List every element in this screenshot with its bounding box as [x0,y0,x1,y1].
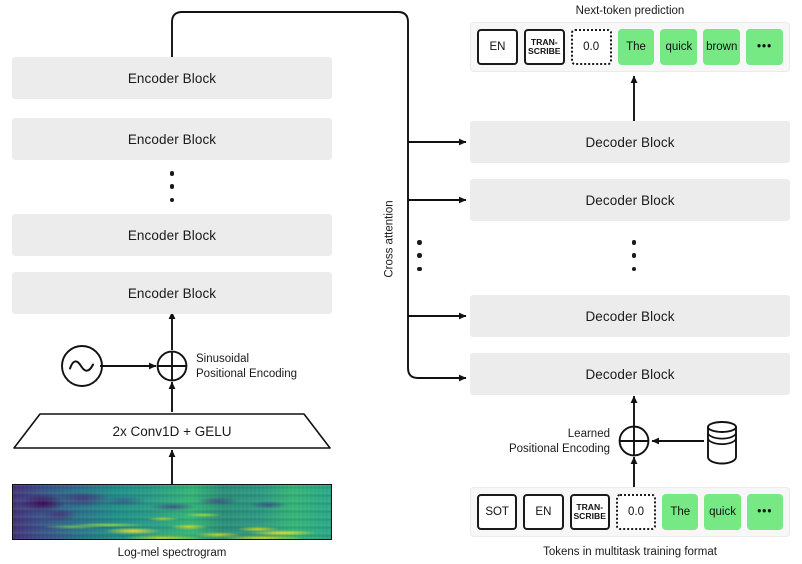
encoder-block-3[interactable]: Encoder Block [12,214,332,256]
decoder-block-label: Decoder Block [585,192,675,208]
output-token[interactable]: quick [660,29,698,65]
output-token[interactable]: TRAN- SCRIBE [523,29,565,65]
database-cylinder-icon [707,421,737,465]
cross-attention-ellipsis-icon [417,240,422,271]
input-token[interactable]: 0.0 [615,494,657,530]
encoder-stack-ellipsis-icon [169,171,175,202]
encoder-block-label: Encoder Block [127,70,217,86]
spectrogram-image [12,484,332,540]
encoder-block-2[interactable]: Encoder Block [12,118,332,160]
output-token[interactable]: EN [477,29,518,65]
input-token[interactable]: SOT [477,494,518,530]
next-token-prediction-caption: Next-token prediction [575,5,685,17]
decoder-block-label: Decoder Block [585,366,675,382]
input-tokens-caption: Tokens in multitask training format [543,546,717,558]
output-token[interactable]: brown [703,29,741,65]
input-token[interactable]: quick [704,494,741,530]
learned-positional-encoding-label: Learned Positional Encoding [508,428,610,455]
output-token-ellipsis[interactable]: ••• [746,29,784,65]
decoder-block-3[interactable]: Decoder Block [470,295,790,337]
input-token[interactable]: The [662,494,699,530]
input-token-ellipsis[interactable]: ••• [746,494,783,530]
input-tokens-panel: SOT EN TRAN- SCRIBE 0.0 The quick ••• [470,487,790,537]
next-token-prediction-panel: EN TRAN- SCRIBE 0.0 The quick brown ••• [470,22,790,72]
decoder-block-label: Decoder Block [585,134,675,150]
sine-wave-icon [61,345,103,387]
encoder-plus-circle-icon [156,350,188,382]
cross-attention-label-wrap: Cross attention [333,182,447,296]
conv-stem-label: 2x Conv1D + GELU [112,423,232,439]
input-token[interactable]: EN [523,494,564,530]
input-token[interactable]: TRAN- SCRIBE [569,494,610,530]
output-token[interactable]: 0.0 [570,29,612,65]
architecture-diagram: Encoder Block Encoder Block Encoder Bloc… [0,0,802,564]
decoder-plus-circle-icon [618,425,650,457]
cross-attention-label: Cross attention [383,200,396,278]
output-token[interactable]: The [617,29,655,65]
decoder-block-4[interactable]: Decoder Block [470,353,790,395]
spectrogram-caption: Log-mel spectrogram [117,547,227,559]
decoder-block-2[interactable]: Decoder Block [470,179,790,221]
decoder-stack-ellipsis-icon [631,240,637,271]
encoder-block-label: Encoder Block [127,131,217,147]
encoder-block-label: Encoder Block [127,285,217,301]
sinusoidal-positional-encoding-label: Sinusoidal Positional Encoding [196,353,298,380]
encoder-block-label: Encoder Block [127,227,217,243]
conv-stem-block[interactable]: 2x Conv1D + GELU [12,412,332,450]
decoder-block-1[interactable]: Decoder Block [470,121,790,163]
encoder-block-4[interactable]: Encoder Block [12,272,332,314]
encoder-block-1[interactable]: Encoder Block [12,57,332,99]
decoder-block-label: Decoder Block [585,308,675,324]
